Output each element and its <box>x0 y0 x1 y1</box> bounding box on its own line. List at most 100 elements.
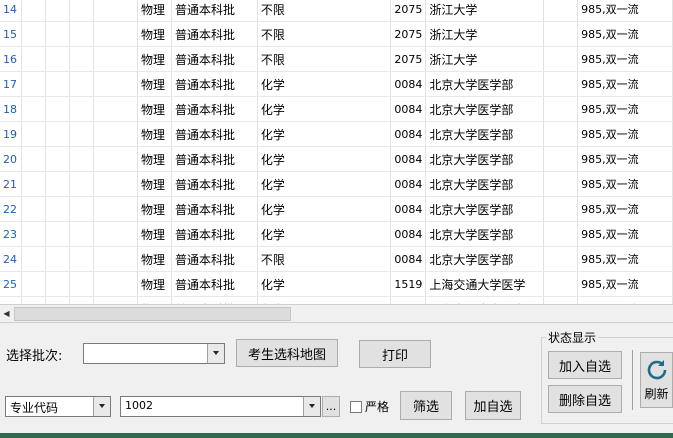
school-name-cell[interactable]: 北京大学医学部 <box>425 121 545 147</box>
empty-cell[interactable] <box>93 171 138 197</box>
table-row[interactable]: 19 物理 普通本科批 化学 0084 北京大学医学部 985,双一流 <box>0 121 673 147</box>
school-name-cell[interactable]: 上海交通大学医学 <box>425 296 545 304</box>
school-tag-cell[interactable]: 985,双一流 <box>577 146 673 172</box>
empty-cell[interactable] <box>69 171 95 197</box>
horizontal-scrollbar[interactable]: ◀ <box>0 304 673 323</box>
requirement-cell[interactable]: 化学 <box>257 171 392 197</box>
batch-cell[interactable]: 普通本科批 <box>171 221 258 247</box>
school-code-cell[interactable]: 0084 <box>390 146 427 172</box>
table-row[interactable]: 20 物理 普通本科批 化学 0084 北京大学医学部 985,双一流 <box>0 146 673 172</box>
empty-cell[interactable] <box>45 221 71 247</box>
requirement-cell[interactable]: 不限 <box>257 246 392 272</box>
row-number[interactable]: 16 <box>0 46 23 72</box>
requirement-cell[interactable]: 化学 <box>257 296 392 304</box>
empty-cell[interactable] <box>543 71 579 97</box>
empty-cell[interactable] <box>45 271 71 297</box>
empty-cell[interactable] <box>21 246 47 272</box>
empty-cell[interactable] <box>93 196 138 222</box>
empty-cell[interactable] <box>543 246 579 272</box>
row-number[interactable]: 23 <box>0 221 23 247</box>
empty-cell[interactable] <box>93 71 138 97</box>
row-number[interactable]: 15 <box>0 21 23 47</box>
empty-cell[interactable] <box>21 296 47 304</box>
empty-cell[interactable] <box>45 196 71 222</box>
add-favorite-button[interactable]: 加自选 <box>465 391 521 420</box>
school-code-cell[interactable]: 2075 <box>390 46 427 72</box>
school-name-cell[interactable]: 上海交通大学医学 <box>425 271 545 297</box>
requirement-cell[interactable]: 不限 <box>257 46 392 72</box>
scrollbar-thumb[interactable] <box>14 307 291 321</box>
empty-cell[interactable] <box>543 146 579 172</box>
batch-cell[interactable]: 普通本科批 <box>171 246 258 272</box>
empty-cell[interactable] <box>69 271 95 297</box>
subject-cell[interactable]: 物理 <box>137 21 172 47</box>
batch-cell[interactable]: 普通本科批 <box>171 296 258 304</box>
empty-cell[interactable] <box>93 0 138 22</box>
subject-cell[interactable]: 物理 <box>137 246 172 272</box>
ellipsis-button[interactable]: ... <box>322 396 340 417</box>
batch-cell[interactable]: 普通本科批 <box>171 71 258 97</box>
chevron-down-icon[interactable] <box>303 397 320 416</box>
empty-cell[interactable] <box>45 146 71 172</box>
school-name-cell[interactable]: 浙江大学 <box>425 46 545 72</box>
school-name-cell[interactable]: 浙江大学 <box>425 21 545 47</box>
empty-cell[interactable] <box>93 46 138 72</box>
table-row[interactable]: 25 物理 普通本科批 化学 1519 上海交通大学医学 985,双一流 <box>0 271 673 297</box>
school-code-cell[interactable]: 0084 <box>390 121 427 147</box>
empty-cell[interactable] <box>21 46 47 72</box>
school-tag-cell[interactable]: 985,双一流 <box>577 246 673 272</box>
filter-button[interactable]: 筛选 <box>400 391 452 420</box>
table-row[interactable]: 21 物理 普通本科批 化学 0084 北京大学医学部 985,双一流 <box>0 171 673 197</box>
empty-cell[interactable] <box>45 121 71 147</box>
school-code-cell[interactable]: 0084 <box>390 71 427 97</box>
requirement-cell[interactable]: 化学 <box>257 221 392 247</box>
empty-cell[interactable] <box>21 71 47 97</box>
school-code-cell[interactable]: 2075 <box>390 21 427 47</box>
row-number[interactable]: 19 <box>0 121 23 147</box>
empty-cell[interactable] <box>69 296 95 304</box>
table-row[interactable]: 18 物理 普通本科批 化学 0084 北京大学医学部 985,双一流 <box>0 96 673 122</box>
school-tag-cell[interactable]: 985,双一流 <box>577 271 673 297</box>
school-tag-cell[interactable]: 985,双一流 <box>577 71 673 97</box>
major-code-input[interactable]: 1002 <box>120 396 321 417</box>
subject-cell[interactable]: 物理 <box>137 196 172 222</box>
empty-cell[interactable] <box>21 221 47 247</box>
requirement-cell[interactable]: 化学 <box>257 96 392 122</box>
batch-cell[interactable]: 普通本科批 <box>171 196 258 222</box>
school-code-cell[interactable]: 0084 <box>390 171 427 197</box>
batch-cell[interactable]: 普通本科批 <box>171 171 258 197</box>
empty-cell[interactable] <box>543 271 579 297</box>
row-number[interactable]: 18 <box>0 96 23 122</box>
requirement-cell[interactable]: 化学 <box>257 121 392 147</box>
school-name-cell[interactable]: 北京大学医学部 <box>425 146 545 172</box>
requirement-cell[interactable]: 化学 <box>257 196 392 222</box>
empty-cell[interactable] <box>543 221 579 247</box>
school-tag-cell[interactable]: 985,双一流 <box>577 296 673 304</box>
empty-cell[interactable] <box>45 96 71 122</box>
field-select[interactable]: 专业代码 <box>5 396 111 417</box>
school-name-cell[interactable]: 浙江大学 <box>425 0 545 22</box>
batch-cell[interactable]: 普通本科批 <box>171 0 258 22</box>
school-tag-cell[interactable]: 985,双一流 <box>577 96 673 122</box>
empty-cell[interactable] <box>93 246 138 272</box>
subject-cell[interactable]: 物理 <box>137 271 172 297</box>
empty-cell[interactable] <box>69 196 95 222</box>
refresh-button[interactable]: 刷新 <box>640 352 673 408</box>
empty-cell[interactable] <box>93 221 138 247</box>
batch-cell[interactable]: 普通本科批 <box>171 96 258 122</box>
add-to-favorites-button[interactable]: 加入自选 <box>548 351 622 379</box>
empty-cell[interactable] <box>21 96 47 122</box>
subject-cell[interactable]: 物理 <box>137 121 172 147</box>
requirement-cell[interactable]: 不限 <box>257 21 392 47</box>
school-tag-cell[interactable]: 985,双一流 <box>577 171 673 197</box>
empty-cell[interactable] <box>69 21 95 47</box>
school-tag-cell[interactable]: 985,双一流 <box>577 221 673 247</box>
empty-cell[interactable] <box>45 296 71 304</box>
empty-cell[interactable] <box>93 296 138 304</box>
subject-cell[interactable]: 物理 <box>137 221 172 247</box>
empty-cell[interactable] <box>390 296 427 304</box>
subject-cell[interactable]: 物理 <box>137 171 172 197</box>
empty-cell[interactable] <box>543 96 579 122</box>
subject-cell[interactable]: 物理 <box>137 0 172 22</box>
row-number[interactable]: 14 <box>0 0 23 22</box>
